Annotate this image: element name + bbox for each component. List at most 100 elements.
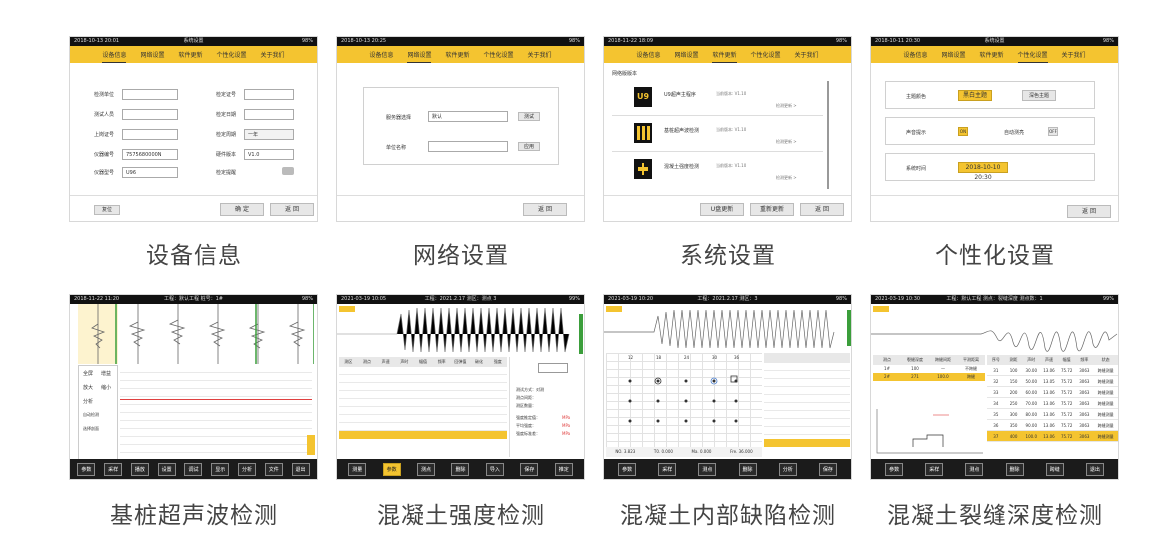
tab-device-info[interactable]: 设备信息 — [903, 50, 927, 63]
verify-no-field[interactable] — [244, 89, 294, 100]
table-row[interactable]: 36 350 90.00 13.06 75.72 3063 跨缝测量 — [987, 420, 1118, 431]
remind-toggle[interactable] — [282, 167, 294, 175]
unit-field[interactable] — [122, 89, 178, 100]
back-button[interactable]: 返 回 — [1067, 205, 1111, 218]
analyze-button[interactable]: 分析 — [778, 462, 797, 476]
params-button[interactable]: 参数 — [618, 462, 637, 476]
reset-button[interactable]: 复位 — [94, 205, 120, 215]
server-select[interactable]: 默认 — [428, 111, 508, 122]
save-button[interactable]: 保存 — [520, 462, 539, 476]
scroll-buttons[interactable] — [307, 435, 315, 455]
menu-zoom-out[interactable]: 缩小 — [101, 384, 111, 391]
check-update-link[interactable]: 检测更新 > — [776, 139, 797, 145]
col-header: 平测距离 — [963, 357, 979, 362]
menu-select-profile[interactable]: 选择剖面 — [83, 426, 99, 432]
back-button[interactable]: 返 回 — [270, 203, 314, 216]
menu-analyze[interactable]: 分析 — [83, 398, 93, 405]
table-row[interactable]: 32 150 50.00 13.05 75.72 3063 跨缝测量 — [987, 376, 1118, 387]
delete-button[interactable]: 删除 — [451, 462, 470, 476]
tab-about[interactable]: 关于我们 — [795, 50, 819, 63]
cross-crack-button[interactable]: 跨缝 — [1045, 462, 1064, 476]
tab-software[interactable]: 软件更新 — [712, 50, 737, 63]
tab-software[interactable]: 软件更新 — [979, 50, 1003, 63]
delete-button[interactable]: 删除 — [738, 462, 757, 476]
system-time-field[interactable]: 2018-10-10 20:30 — [958, 162, 1008, 181]
period-select[interactable]: 一年 — [244, 129, 294, 140]
params-button[interactable]: 参数 — [77, 462, 96, 476]
sample-button[interactable]: 采样 — [658, 462, 677, 476]
tab-about[interactable]: 关于我们 — [528, 50, 552, 63]
settings-button[interactable]: 设置 — [157, 462, 176, 476]
tab-personal[interactable]: 个性化设置 — [1017, 50, 1048, 63]
display-button[interactable]: 显示 — [211, 462, 230, 476]
unit-name-field[interactable] — [428, 141, 508, 152]
tab-device-info[interactable]: 设备信息 — [102, 50, 127, 63]
confirm-button[interactable]: 确 定 — [220, 203, 264, 216]
menu-auto-detect[interactable]: 自动检测 — [83, 412, 99, 418]
serial-field[interactable]: 7575680000N — [122, 149, 178, 160]
estimate-button[interactable]: 推定 — [554, 462, 573, 476]
sample-button[interactable]: 采样 — [104, 462, 123, 476]
usb-update-button[interactable]: U盘更新 — [700, 203, 744, 216]
table-row-selected[interactable]: 2# 271 100.0 跨缝 — [873, 373, 985, 381]
play-button[interactable]: 播放 — [130, 462, 149, 476]
table-row[interactable]: 31 100 30.00 13.06 75.72 3063 跨缝测量 — [987, 365, 1118, 376]
check-update-link[interactable]: 检测更新 > — [776, 103, 797, 109]
table-row[interactable]: 35 300 80.00 13.06 75.72 3063 跨缝测量 — [987, 409, 1118, 420]
verify-date-field[interactable] — [244, 109, 294, 120]
check-update-link[interactable]: 检测更新 > — [776, 175, 797, 181]
scrollbar[interactable] — [827, 81, 829, 189]
import-button[interactable]: 导入 — [485, 462, 504, 476]
file-button[interactable]: 文件 — [264, 462, 283, 476]
point-button[interactable]: 测点 — [965, 462, 984, 476]
menu-fullscreen[interactable]: 全屏 — [83, 370, 93, 377]
exit-button[interactable]: 退出 — [1085, 462, 1104, 476]
tester-field[interactable] — [122, 109, 178, 120]
apply-button[interactable]: 应用 — [518, 142, 540, 151]
tab-about[interactable]: 关于我们 — [261, 50, 285, 63]
params-button[interactable]: 参数 — [382, 462, 401, 476]
tab-personal[interactable]: 个性化设置 — [217, 50, 247, 63]
tab-device-info[interactable]: 设备信息 — [369, 50, 393, 63]
params-button[interactable]: 参数 — [885, 462, 904, 476]
tab-device-info[interactable]: 设备信息 — [636, 50, 660, 63]
tab-personal[interactable]: 个性化设置 — [484, 50, 514, 63]
table-cell: 跨缝测量 — [1097, 390, 1114, 395]
sound-toggle[interactable]: ON — [958, 127, 968, 136]
tab-network[interactable]: 网络设置 — [674, 50, 698, 63]
concrete-defect-screen: 2021-03-19 10:20 工程：2021.2.17 测区：3 98% 1… — [603, 294, 852, 480]
tab-software[interactable]: 软件更新 — [445, 50, 469, 63]
model-field[interactable]: U96 — [122, 167, 178, 178]
menu-zoom-in[interactable]: 放大 — [83, 384, 93, 391]
point-button[interactable]: 测点 — [417, 462, 436, 476]
selected-row[interactable] — [339, 431, 507, 439]
tab-about[interactable]: 关于我们 — [1062, 50, 1086, 63]
exit-button[interactable]: 退出 — [291, 462, 310, 476]
auto-toggle[interactable]: OFF — [1048, 127, 1058, 136]
table-row[interactable]: 34 250 70.00 13.06 75.72 3063 跨缝测量 — [987, 398, 1118, 409]
delete-button[interactable]: 删除 — [1005, 462, 1024, 476]
tab-personal[interactable]: 个性化设置 — [751, 50, 781, 63]
menu-gain[interactable]: 增益 — [101, 370, 111, 377]
point-button[interactable]: 测点 — [698, 462, 717, 476]
test-button[interactable]: 测试 — [518, 112, 540, 121]
tab-network[interactable]: 网络设置 — [140, 50, 164, 63]
theme-light-button[interactable]: 黑白主题 — [958, 90, 992, 101]
analyze-button[interactable]: 分析 — [237, 462, 256, 476]
measure-button[interactable]: 测量 — [348, 462, 367, 476]
back-button[interactable]: 返 回 — [800, 203, 844, 216]
selected-row[interactable] — [764, 439, 850, 447]
cert-field[interactable] — [122, 129, 178, 140]
tab-software[interactable]: 软件更新 — [178, 50, 202, 63]
save-button[interactable]: 保存 — [818, 462, 837, 476]
tab-network[interactable]: 网络设置 — [407, 50, 432, 63]
back-button[interactable]: 返 回 — [523, 203, 567, 216]
sample-button[interactable]: 采样 — [925, 462, 944, 476]
tab-network[interactable]: 网络设置 — [941, 50, 965, 63]
reupdate-button[interactable]: 重新更新 — [750, 203, 794, 216]
table-row[interactable]: 33 200 60.00 13.06 75.72 3063 跨缝测量 — [987, 387, 1118, 398]
table-row[interactable]: 37 400 100.0 13.06 75.72 3063 跨缝测量 — [987, 431, 1118, 442]
theme-dark-button[interactable]: 深色主题 — [1022, 90, 1056, 101]
debug-button[interactable]: 调试 — [184, 462, 203, 476]
table-row[interactable]: 1# 100 — 不跨缝 — [873, 365, 985, 373]
